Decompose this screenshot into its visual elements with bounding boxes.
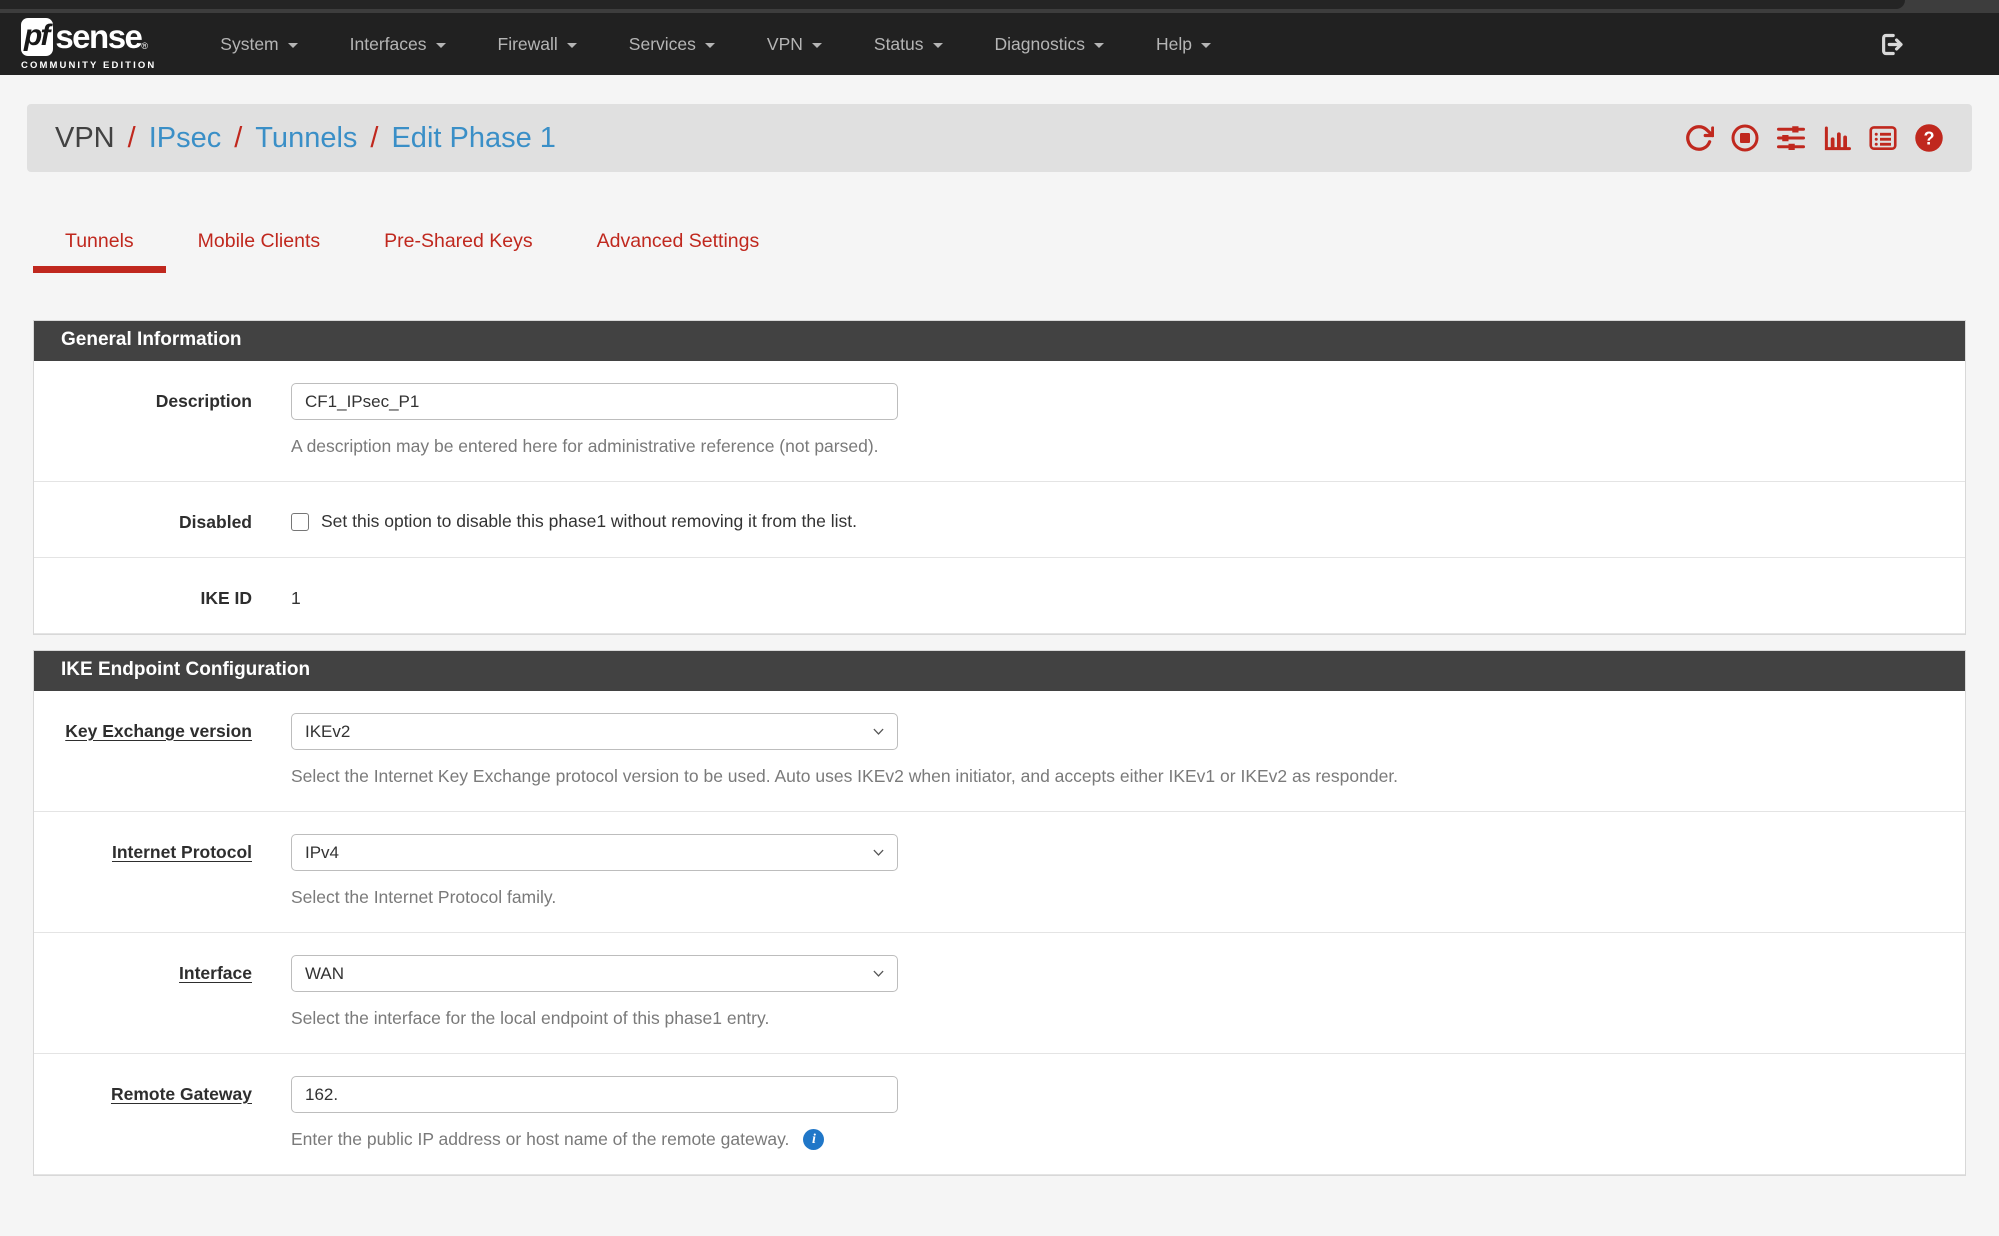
breadcrumb-separator: / (128, 122, 136, 155)
page-action-icons: ? (1684, 123, 1944, 153)
menu-diagnostics-label: Diagnostics (995, 34, 1085, 55)
sliders-icon[interactable] (1776, 123, 1806, 153)
menu-services[interactable]: Services (603, 34, 741, 55)
menu-status[interactable]: Status (848, 34, 969, 55)
general-information-panel: General Information Description A descri… (33, 320, 1966, 635)
breadcrumb-separator: / (234, 122, 242, 155)
breadcrumb-section: VPN (55, 122, 115, 155)
community-edition-label: COMMUNITY EDITION (21, 61, 156, 71)
help-icon[interactable]: ? (1914, 123, 1944, 153)
key-exchange-help: Select the Internet Key Exchange protoco… (291, 766, 1965, 787)
breadcrumb-link-tunnels[interactable]: Tunnels (255, 122, 357, 155)
internet-protocol-help-text: Select the Internet Protocol family. (291, 887, 556, 908)
interface-select[interactable]: WAN (291, 955, 898, 992)
disabled-checkbox-line: Set this option to disable this phase1 w… (291, 504, 1965, 532)
refresh-icon[interactable] (1684, 123, 1714, 153)
breadcrumb-link-ipsec[interactable]: IPsec (149, 122, 222, 155)
breadcrumb: VPN / IPsec / Tunnels / Edit Phase 1 (55, 122, 556, 155)
ike-id-row: IKE ID 1 (34, 558, 1965, 634)
chevron-down-icon (567, 43, 577, 48)
remote-gateway-help: Enter the public IP address or host name… (291, 1129, 1965, 1150)
remote-gateway-row: Remote Gateway Enter the public IP addre… (34, 1054, 1965, 1175)
key-exchange-select[interactable]: IKEv2 (291, 713, 898, 750)
disabled-row: Disabled Set this option to disable this… (34, 482, 1965, 558)
menu-help[interactable]: Help (1130, 34, 1237, 55)
tab-tunnels[interactable]: Tunnels (33, 230, 166, 273)
tab-bar: Tunnels Mobile Clients Pre-Shared Keys A… (33, 172, 1999, 273)
remote-gateway-help-text: Enter the public IP address or host name… (291, 1129, 789, 1150)
chevron-down-icon (933, 43, 943, 48)
registered-mark: ® (141, 42, 148, 51)
menu-vpn[interactable]: VPN (741, 34, 848, 55)
svg-text:?: ? (1923, 128, 1934, 148)
navbar-menu: System Interfaces Firewall Services VPN … (194, 34, 1237, 55)
tab-pre-shared-keys[interactable]: Pre-Shared Keys (352, 230, 565, 273)
internet-protocol-select[interactable]: IPv4 (291, 834, 898, 871)
chevron-down-icon (1201, 43, 1211, 48)
panel-body: Key Exchange version IKEv2 Select the In… (34, 691, 1965, 1175)
tab-advanced-settings[interactable]: Advanced Settings (565, 230, 792, 273)
interface-row: Interface WAN Select the interface for t… (34, 933, 1965, 1054)
interface-help: Select the interface for the local endpo… (291, 1008, 1965, 1029)
info-icon[interactable]: i (803, 1129, 824, 1150)
sign-out-icon[interactable] (1878, 31, 1905, 58)
description-input[interactable] (291, 383, 898, 420)
panel-title: General Information (34, 321, 1965, 361)
disabled-checkbox[interactable] (291, 513, 309, 531)
bar-chart-icon[interactable] (1822, 123, 1852, 153)
pfsense-logo-wordmark: pf sense ® (21, 18, 156, 56)
pfsense-logo[interactable]: pf sense ® COMMUNITY EDITION (21, 18, 156, 71)
internet-protocol-row: Internet Protocol IPv4 Select the Intern… (34, 812, 1965, 933)
key-exchange-help-text: Select the Internet Key Exchange protoco… (291, 766, 1398, 787)
chevron-down-icon (812, 43, 822, 48)
description-help: A description may be entered here for ad… (291, 436, 1965, 457)
breadcrumb-bar: VPN / IPsec / Tunnels / Edit Phase 1 (27, 104, 1972, 172)
description-row: Description A description may be entered… (34, 361, 1965, 482)
interface-help-text: Select the interface for the local endpo… (291, 1008, 769, 1029)
description-label: Description (34, 383, 252, 457)
internet-protocol-help: Select the Internet Protocol family. (291, 887, 1965, 908)
browser-tab-remnant (0, 0, 1905, 9)
internet-protocol-label: Internet Protocol (34, 834, 252, 908)
breadcrumb-separator: / (370, 122, 378, 155)
ike-id-value: 1 (291, 580, 1965, 609)
ike-endpoint-panel: IKE Endpoint Configuration Key Exchange … (33, 650, 1966, 1176)
disabled-label: Disabled (34, 504, 252, 533)
key-exchange-label: Key Exchange version (34, 713, 252, 787)
menu-interfaces-label: Interfaces (350, 34, 427, 55)
menu-system-label: System (220, 34, 278, 55)
menu-vpn-label: VPN (767, 34, 803, 55)
menu-system[interactable]: System (194, 34, 323, 55)
panel-body: Description A description may be entered… (34, 361, 1965, 634)
remote-gateway-input[interactable] (291, 1076, 898, 1113)
disabled-checkbox-text: Set this option to disable this phase1 w… (321, 511, 857, 532)
pfsense-logo-sense: sense (55, 20, 141, 53)
window-top-strip (0, 0, 1999, 13)
menu-firewall-label: Firewall (498, 34, 558, 55)
menu-services-label: Services (629, 34, 696, 55)
interface-label: Interface (34, 955, 252, 1029)
panel-title: IKE Endpoint Configuration (34, 651, 1965, 691)
menu-interfaces[interactable]: Interfaces (324, 34, 472, 55)
main-navbar: pf sense ® COMMUNITY EDITION System Inte… (0, 13, 1999, 75)
chevron-down-icon (436, 43, 446, 48)
tab-mobile-clients[interactable]: Mobile Clients (166, 230, 352, 273)
ike-id-label: IKE ID (34, 580, 252, 609)
list-icon[interactable] (1868, 123, 1898, 153)
chevron-down-icon (288, 43, 298, 48)
menu-diagnostics[interactable]: Diagnostics (969, 34, 1130, 55)
description-help-text: A description may be entered here for ad… (291, 436, 879, 457)
menu-firewall[interactable]: Firewall (472, 34, 603, 55)
menu-status-label: Status (874, 34, 924, 55)
key-exchange-row: Key Exchange version IKEv2 Select the In… (34, 691, 1965, 812)
chevron-down-icon (705, 43, 715, 48)
pfsense-logo-pf: pf (21, 18, 53, 56)
remote-gateway-label: Remote Gateway (34, 1076, 252, 1150)
stop-circle-icon[interactable] (1730, 123, 1760, 153)
chevron-down-icon (1094, 43, 1104, 48)
menu-help-label: Help (1156, 34, 1192, 55)
breadcrumb-page-title: Edit Phase 1 (391, 122, 555, 155)
